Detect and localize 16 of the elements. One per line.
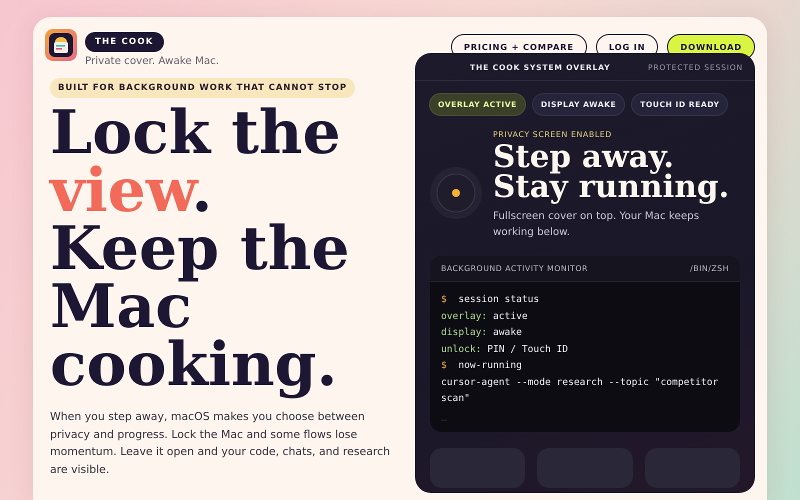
brand-name: THE COOK [85, 32, 164, 52]
app-logo-icon [45, 29, 77, 61]
hero-description: When you step away, macOS makes you choose between privacy and progress. Lock the Mac and some flows lose momentum. Leave it open and your code, chats, and research are visible. [50, 409, 392, 478]
brand-tagline: Private cover. Awake Mac. [85, 55, 220, 67]
terminal-line: $ session status [441, 293, 540, 307]
status-orb-icon [429, 166, 483, 220]
terminal-line: $ now-running [441, 359, 523, 373]
terminal-line: unlock: PIN / Touch ID [441, 342, 570, 356]
overlay-headline: Step away. Stay running. [493, 142, 730, 202]
terminal-line: overlay: active [441, 310, 529, 324]
terminal-cursor: _ [441, 408, 448, 422]
overlay-description: Fullscreen cover on top. Your Mac keeps working below. [493, 209, 700, 240]
eyebrow-badge: BUILT FOR BACKGROUND WORK THAT CANNOT STOP [50, 78, 355, 98]
hero-headline: Lock the view. Keep the Mac cooking. [50, 98, 351, 402]
terminal-line: display: awake [441, 326, 523, 340]
terminal-line: cursor-agent --mode research --topic "competitor scan" [441, 376, 720, 406]
